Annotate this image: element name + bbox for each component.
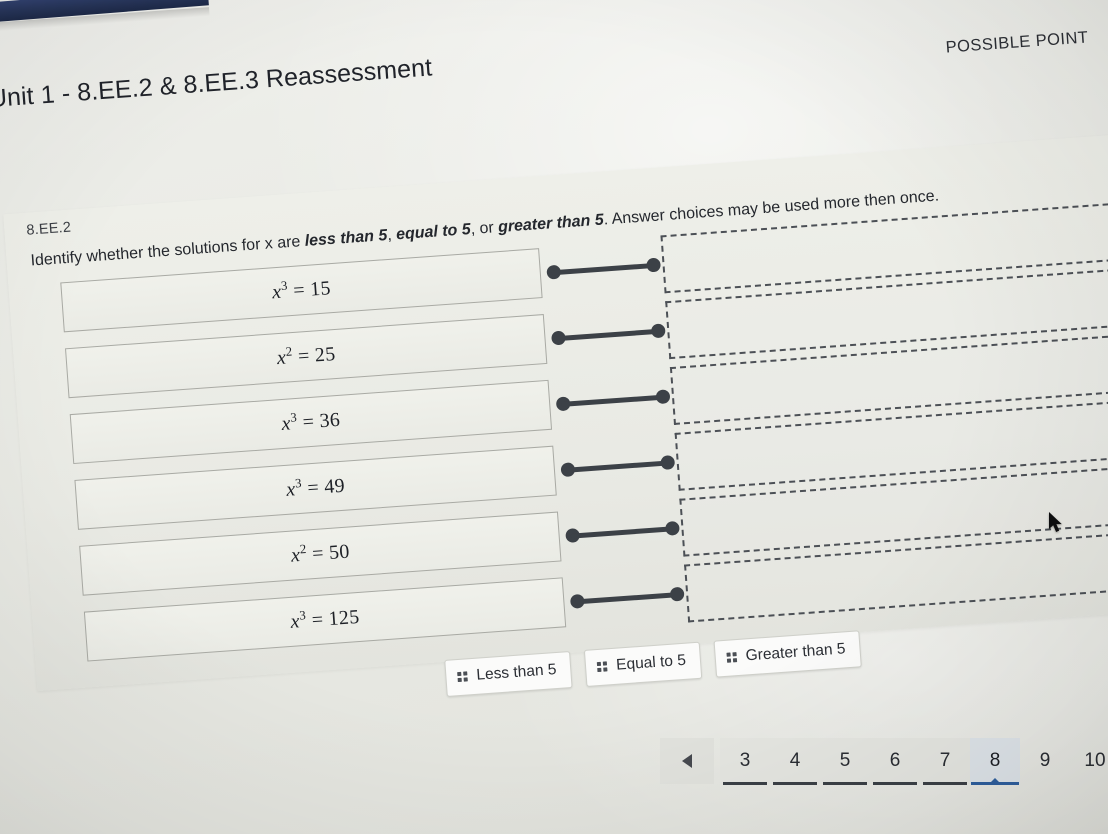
- pagination-page-4[interactable]: 4: [770, 738, 820, 785]
- pagination: 3 4 5 6 7 8 9 10: [660, 738, 1108, 785]
- connector-dot-right: [650, 323, 666, 339]
- matching-rows: x3 = 15 x2 = 25 x3 = 36 x3 = 49 x2 = 50 x3 = …: [60, 195, 1108, 677]
- pagination-page-label: 7: [939, 750, 951, 771]
- row-connector: [555, 389, 671, 412]
- equation-right-side: = 125: [305, 605, 361, 632]
- pagination-page-label: 6: [889, 750, 901, 771]
- pagination-page-label: 8: [989, 750, 1001, 771]
- equation-text: x3 = 36: [281, 408, 341, 435]
- connector-dot-right: [660, 455, 676, 471]
- answer-choice-label: Less than 5: [475, 661, 557, 684]
- equation-text: x3 = 49: [286, 474, 346, 501]
- drag-handle-icon[interactable]: [726, 652, 738, 663]
- drag-handle-icon[interactable]: [457, 671, 468, 683]
- connector-bar: [565, 460, 670, 473]
- question-card: 8.EE.2 Identify whether the solutions fo…: [3, 130, 1108, 697]
- answer-choice-label: Equal to 5: [615, 651, 687, 674]
- pagination-page-8[interactable]: 8: [970, 738, 1020, 785]
- mouse-pointer-icon: [1049, 512, 1065, 539]
- pagination-page-3[interactable]: 3: [720, 738, 770, 785]
- drag-handle-icon[interactable]: [596, 661, 608, 673]
- triangle-left-icon: [682, 754, 692, 768]
- pagination-page-9[interactable]: 9: [1020, 738, 1070, 784]
- answer-choice-chip[interactable]: Greater than 5: [713, 630, 862, 678]
- connector-bar: [570, 526, 675, 539]
- pagination-page-label: 10: [1084, 750, 1106, 771]
- row-connector: [569, 586, 685, 609]
- equation-text: x3 = 125: [290, 605, 360, 633]
- assignment-screenshot: Unit 1 - 8.EE.2 & 8.EE.3 Reassessment PO…: [0, 0, 1108, 834]
- pagination-page-6[interactable]: 6: [870, 738, 920, 785]
- equation-right-side: = 36: [296, 408, 341, 434]
- pagination-page-label: 9: [1039, 750, 1051, 771]
- prompt-emphasis-less-than: less than 5: [304, 227, 388, 250]
- connector-dot-right: [646, 257, 662, 273]
- equation-right-side: = 50: [306, 540, 351, 566]
- row-connector: [551, 323, 666, 346]
- answer-choice-chip[interactable]: Equal to 5: [584, 641, 703, 687]
- connector-bar: [575, 592, 680, 605]
- pagination-page-10[interactable]: 10: [1070, 738, 1108, 784]
- connector-bar: [556, 328, 661, 342]
- connector-dot-right: [655, 389, 671, 405]
- connector-dot-right: [669, 586, 685, 602]
- row-connector: [546, 257, 662, 280]
- current-page-tick: [990, 778, 1000, 783]
- pagination-prev-button[interactable]: [660, 738, 714, 784]
- equation-text: x2 = 25: [276, 343, 336, 370]
- connector-bar: [561, 394, 666, 407]
- answer-choice-chip[interactable]: Less than 5: [444, 650, 573, 697]
- page-title: Unit 1 - 8.EE.2 & 8.EE.3 Reassessment: [0, 53, 434, 114]
- pagination-page-label: 4: [789, 750, 801, 771]
- prompt-segment-1: Identify whether the solutions for x are: [30, 232, 306, 270]
- equation-right-side: = 15: [287, 276, 332, 302]
- equation-right-side: = 49: [301, 474, 346, 500]
- pagination-page-label: 3: [739, 750, 751, 771]
- answer-choice-label: Greater than 5: [745, 640, 847, 665]
- pagination-page-5[interactable]: 5: [820, 738, 870, 785]
- connector-dot-right: [664, 520, 680, 536]
- equation-text: x3 = 15: [271, 277, 331, 304]
- prompt-emphasis-greater-than: greater than 5: [497, 211, 605, 237]
- prompt-segment-3: , or: [470, 219, 499, 238]
- row-connector: [560, 455, 676, 478]
- equation-text: x2 = 50: [290, 540, 350, 567]
- tilted-content-plane: Unit 1 - 8.EE.2 & 8.EE.3 Reassessment PO…: [0, 0, 1108, 834]
- row-connector: [565, 520, 680, 543]
- pagination-page-label: 5: [839, 750, 851, 771]
- standard-code: 8.EE.2: [25, 219, 72, 239]
- connector-bar: [551, 262, 656, 276]
- pagination-page-7[interactable]: 7: [920, 738, 970, 785]
- possible-points-label: POSSIBLE POINT: [945, 28, 1089, 57]
- prompt-emphasis-equal-to: equal to 5: [395, 221, 472, 244]
- equation-right-side: = 25: [291, 342, 337, 368]
